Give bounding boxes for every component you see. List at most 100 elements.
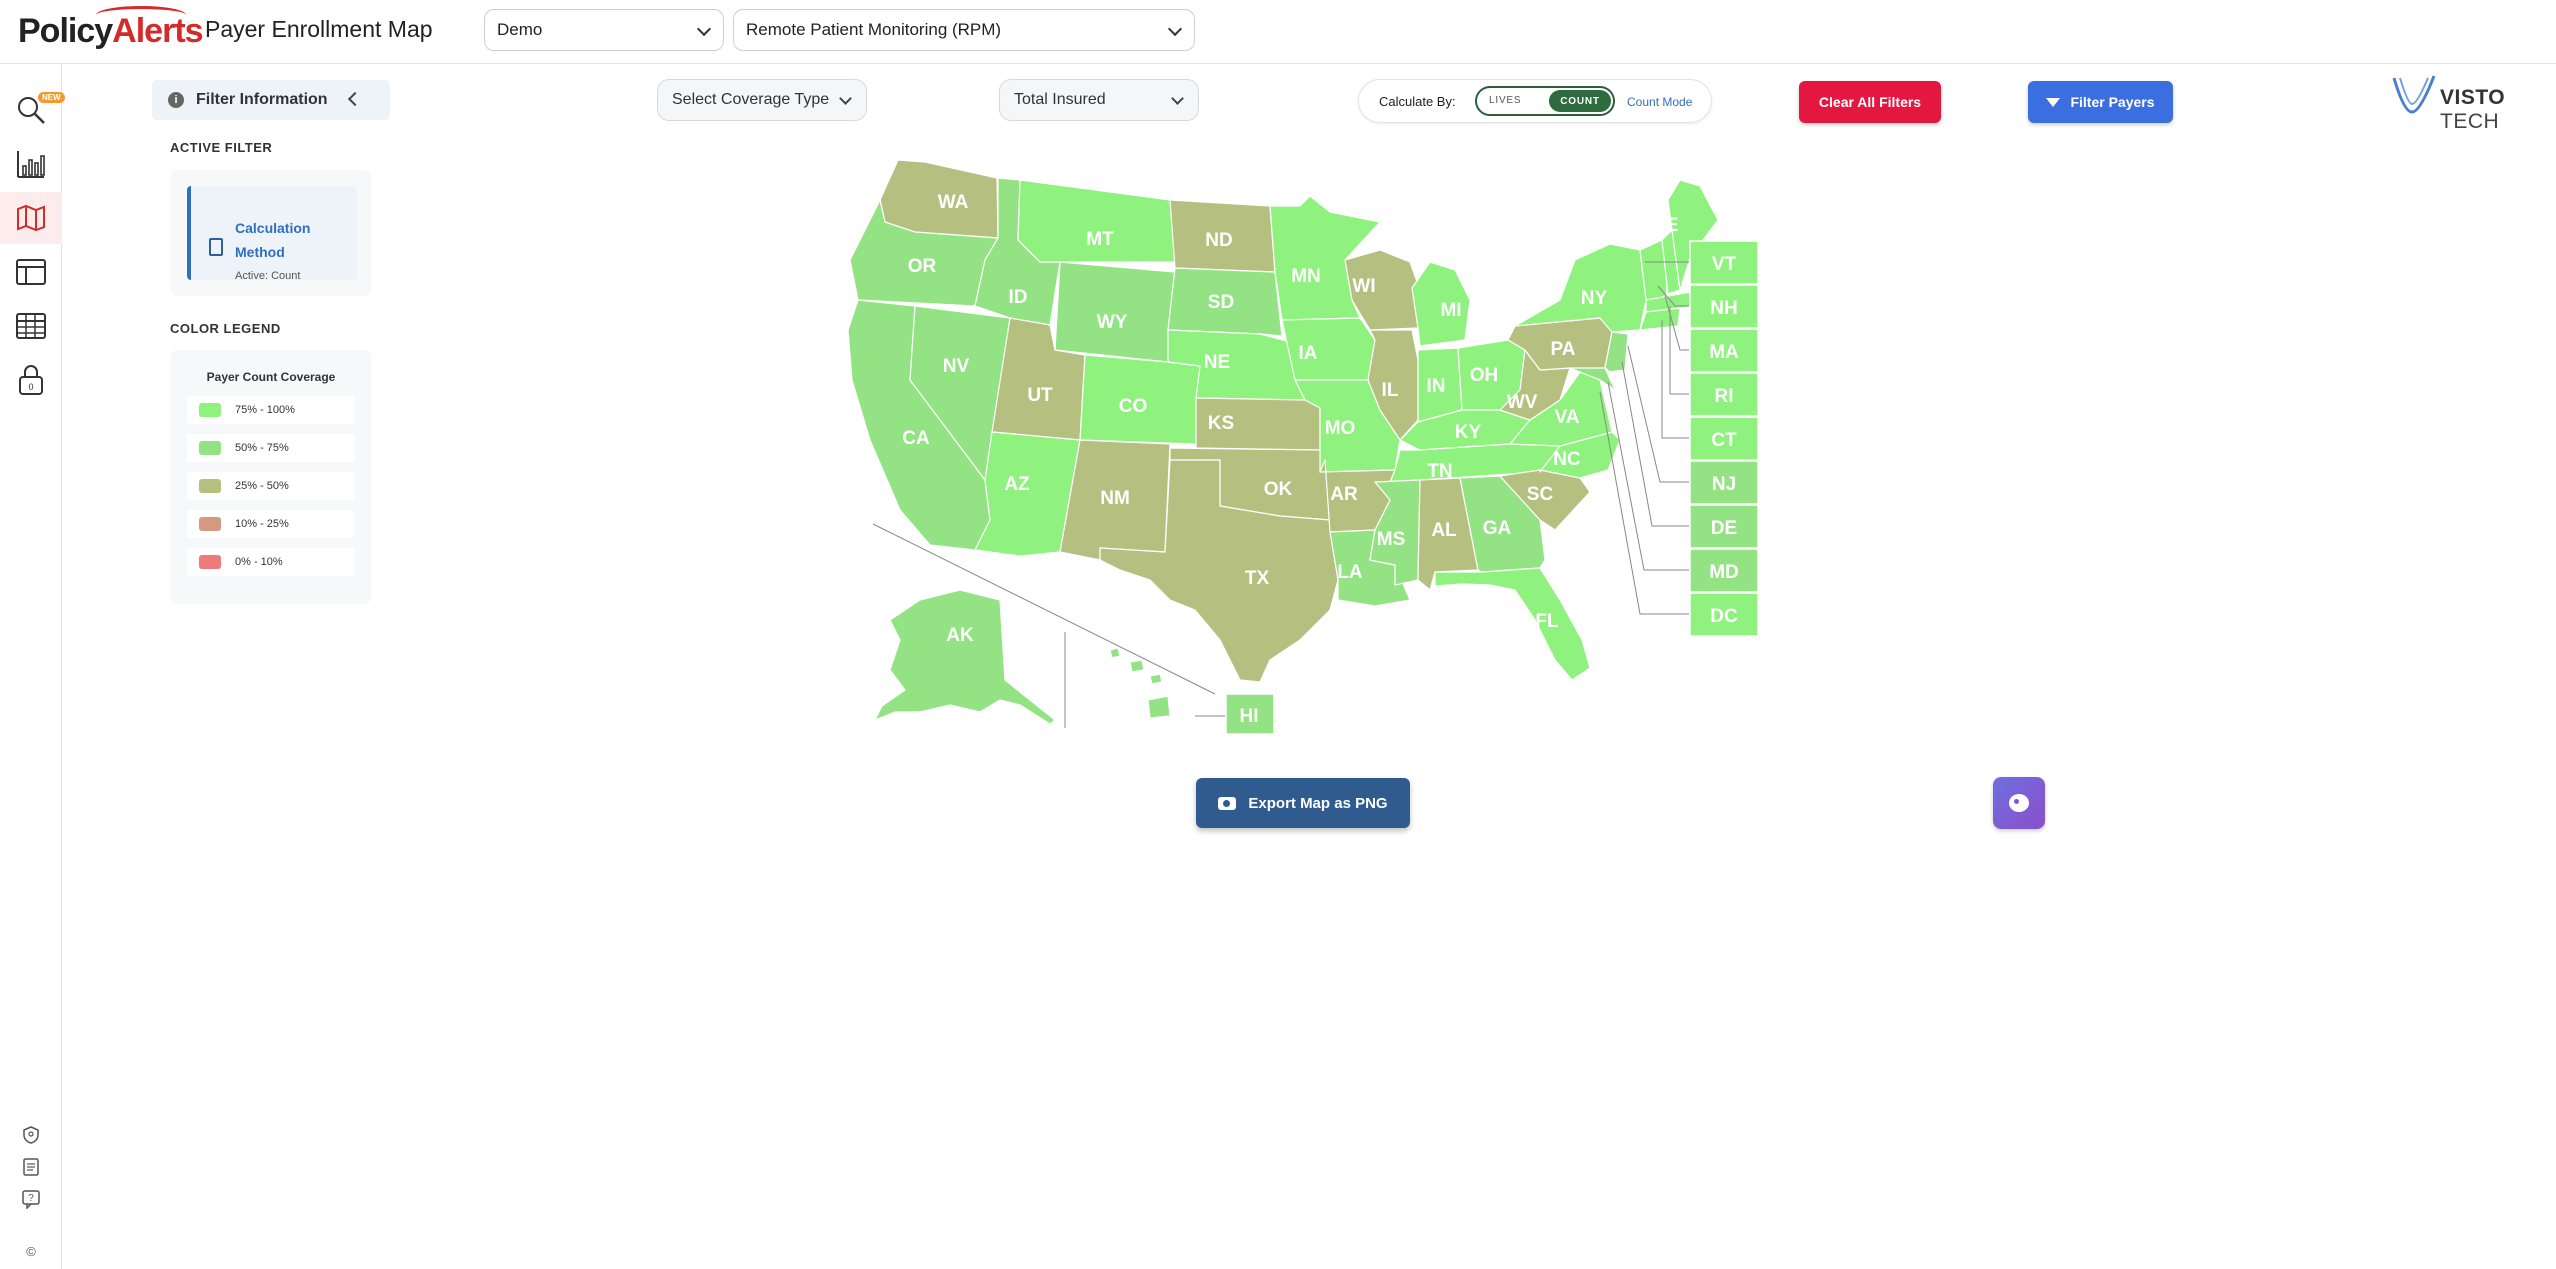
label-NE: NE [1204,352,1230,373]
label-ME: ME [1650,215,1679,236]
label-CT: CT [1711,430,1737,451]
legend-item: 25% - 50% [187,472,355,500]
calculator-icon [209,238,223,256]
state-AK[interactable] [874,589,1056,725]
document-icon [23,1158,39,1176]
rail-map[interactable] [0,192,62,244]
copyright-mark: © [26,1243,36,1259]
icon-rail: NEW 0 ? © [0,64,65,1269]
rail-documents[interactable] [0,1152,62,1182]
color-legend-label: COLOR LEGEND [170,321,281,336]
label-CA: CA [902,428,930,449]
filter-payers-button[interactable]: Filter Payers [2028,81,2173,123]
active-filter-subtitle: Active: Count [235,270,301,282]
layout-icon [16,259,46,285]
chevron-down-icon [839,92,852,105]
label-VT: VT [1712,254,1737,275]
clear-all-filters-button[interactable]: Clear All Filters [1799,81,1941,123]
calculation-method-filter[interactable]: Calculation Method Active: Count [187,186,357,282]
label-IL: IL [1382,380,1399,401]
label-WA: WA [938,192,969,213]
label-NV: NV [943,356,970,377]
camera-icon [1218,796,1237,810]
state-FL[interactable] [1434,567,1591,681]
svg-text:?: ? [28,1193,34,1204]
label-DC: DC [1710,606,1738,627]
legend-swatch [199,479,221,493]
label-WY: WY [1097,312,1128,333]
palette-icon [2009,794,2029,812]
label-SC: SC [1527,484,1554,505]
label-NM: NM [1100,488,1130,509]
label-MN: MN [1291,266,1321,287]
insured-select[interactable]: Total Insured [999,79,1199,121]
toggle-option-count[interactable]: COUNT [1549,90,1611,112]
legend-item: 0% - 10% [187,548,355,576]
rail-help[interactable]: ? [0,1184,62,1214]
label-MD: MD [1709,562,1739,583]
svg-text:0: 0 [28,382,33,392]
count-mode-label: Count Mode [1627,95,1693,109]
label-IN: IN [1427,376,1446,397]
legend-swatch [199,403,221,417]
label-PA: PA [1551,339,1576,360]
rail-search[interactable]: NEW [0,84,65,136]
label-HI: HI [1240,706,1259,727]
label-NH: NH [1710,298,1737,319]
chevron-left-icon[interactable] [347,91,363,107]
bar-chart-icon [17,151,45,178]
label-NC: NC [1553,449,1581,470]
service-select[interactable]: Remote Patient Monitoring (RPM) [733,9,1195,51]
table-icon [16,313,46,339]
top-header: PolicyAlerts Payer Enrollment Map Demo R… [0,0,2556,64]
legend-swatch [199,441,221,455]
label-MI: MI [1440,300,1461,321]
label-MO: MO [1325,418,1356,439]
policyalerts-logo[interactable]: PolicyAlerts [18,6,204,51]
legend-item: 10% - 25% [187,510,355,538]
legend-swatch [199,555,221,569]
lock-icon: 0 [19,365,43,395]
chevron-down-icon [1171,92,1184,105]
active-filter-label: ACTIVE FILTER [170,140,273,155]
rail-analytics[interactable] [0,138,62,190]
label-SD: SD [1208,292,1234,313]
rail-layout[interactable] [0,246,62,298]
rail-lock[interactable]: 0 [0,354,62,406]
rail-table[interactable] [0,300,62,352]
palette-button[interactable] [1993,777,2045,829]
export-map-button[interactable]: Export Map as PNG [1196,778,1410,828]
calculate-by-label: Calculate By: [1379,94,1456,109]
active-filter-title: Calculation Method [235,220,311,260]
label-OK: OK [1264,479,1293,500]
rail-privacy[interactable] [0,1120,62,1150]
label-WV: WV [1507,392,1538,413]
label-UT: UT [1027,385,1053,406]
label-WI: WI [1352,276,1375,297]
label-KY: KY [1455,422,1482,443]
toggle-option-lives[interactable]: LIVES [1489,95,1521,106]
lives-count-toggle[interactable]: LIVES COUNT [1475,86,1615,116]
label-IA: IA [1299,343,1318,364]
coverage-type-select[interactable]: Select Coverage Type [657,79,867,121]
legend-swatch [199,517,221,531]
label-ND: ND [1205,230,1232,251]
label-OR: OR [908,256,937,277]
label-MS: MS [1377,529,1406,550]
legend-title: Payer Count Coverage [206,370,336,384]
label-FL: FL [1535,611,1559,632]
label-VA: VA [1555,407,1580,428]
label-NY: NY [1581,288,1608,309]
state-IA[interactable] [1281,317,1376,381]
map-icon [17,204,45,232]
label-AZ: AZ [1004,474,1030,495]
label-DE: DE [1711,518,1737,539]
state-HI[interactable] [1109,647,1171,719]
vistotech-logo: VISTO TECH [2390,72,2550,133]
label-TX: TX [1245,568,1270,589]
filter-info-header[interactable]: i Filter Information [152,80,390,120]
label-MT: MT [1086,229,1114,250]
org-select[interactable]: Demo [484,9,724,51]
shield-icon [23,1126,39,1144]
info-icon: i [168,92,184,108]
